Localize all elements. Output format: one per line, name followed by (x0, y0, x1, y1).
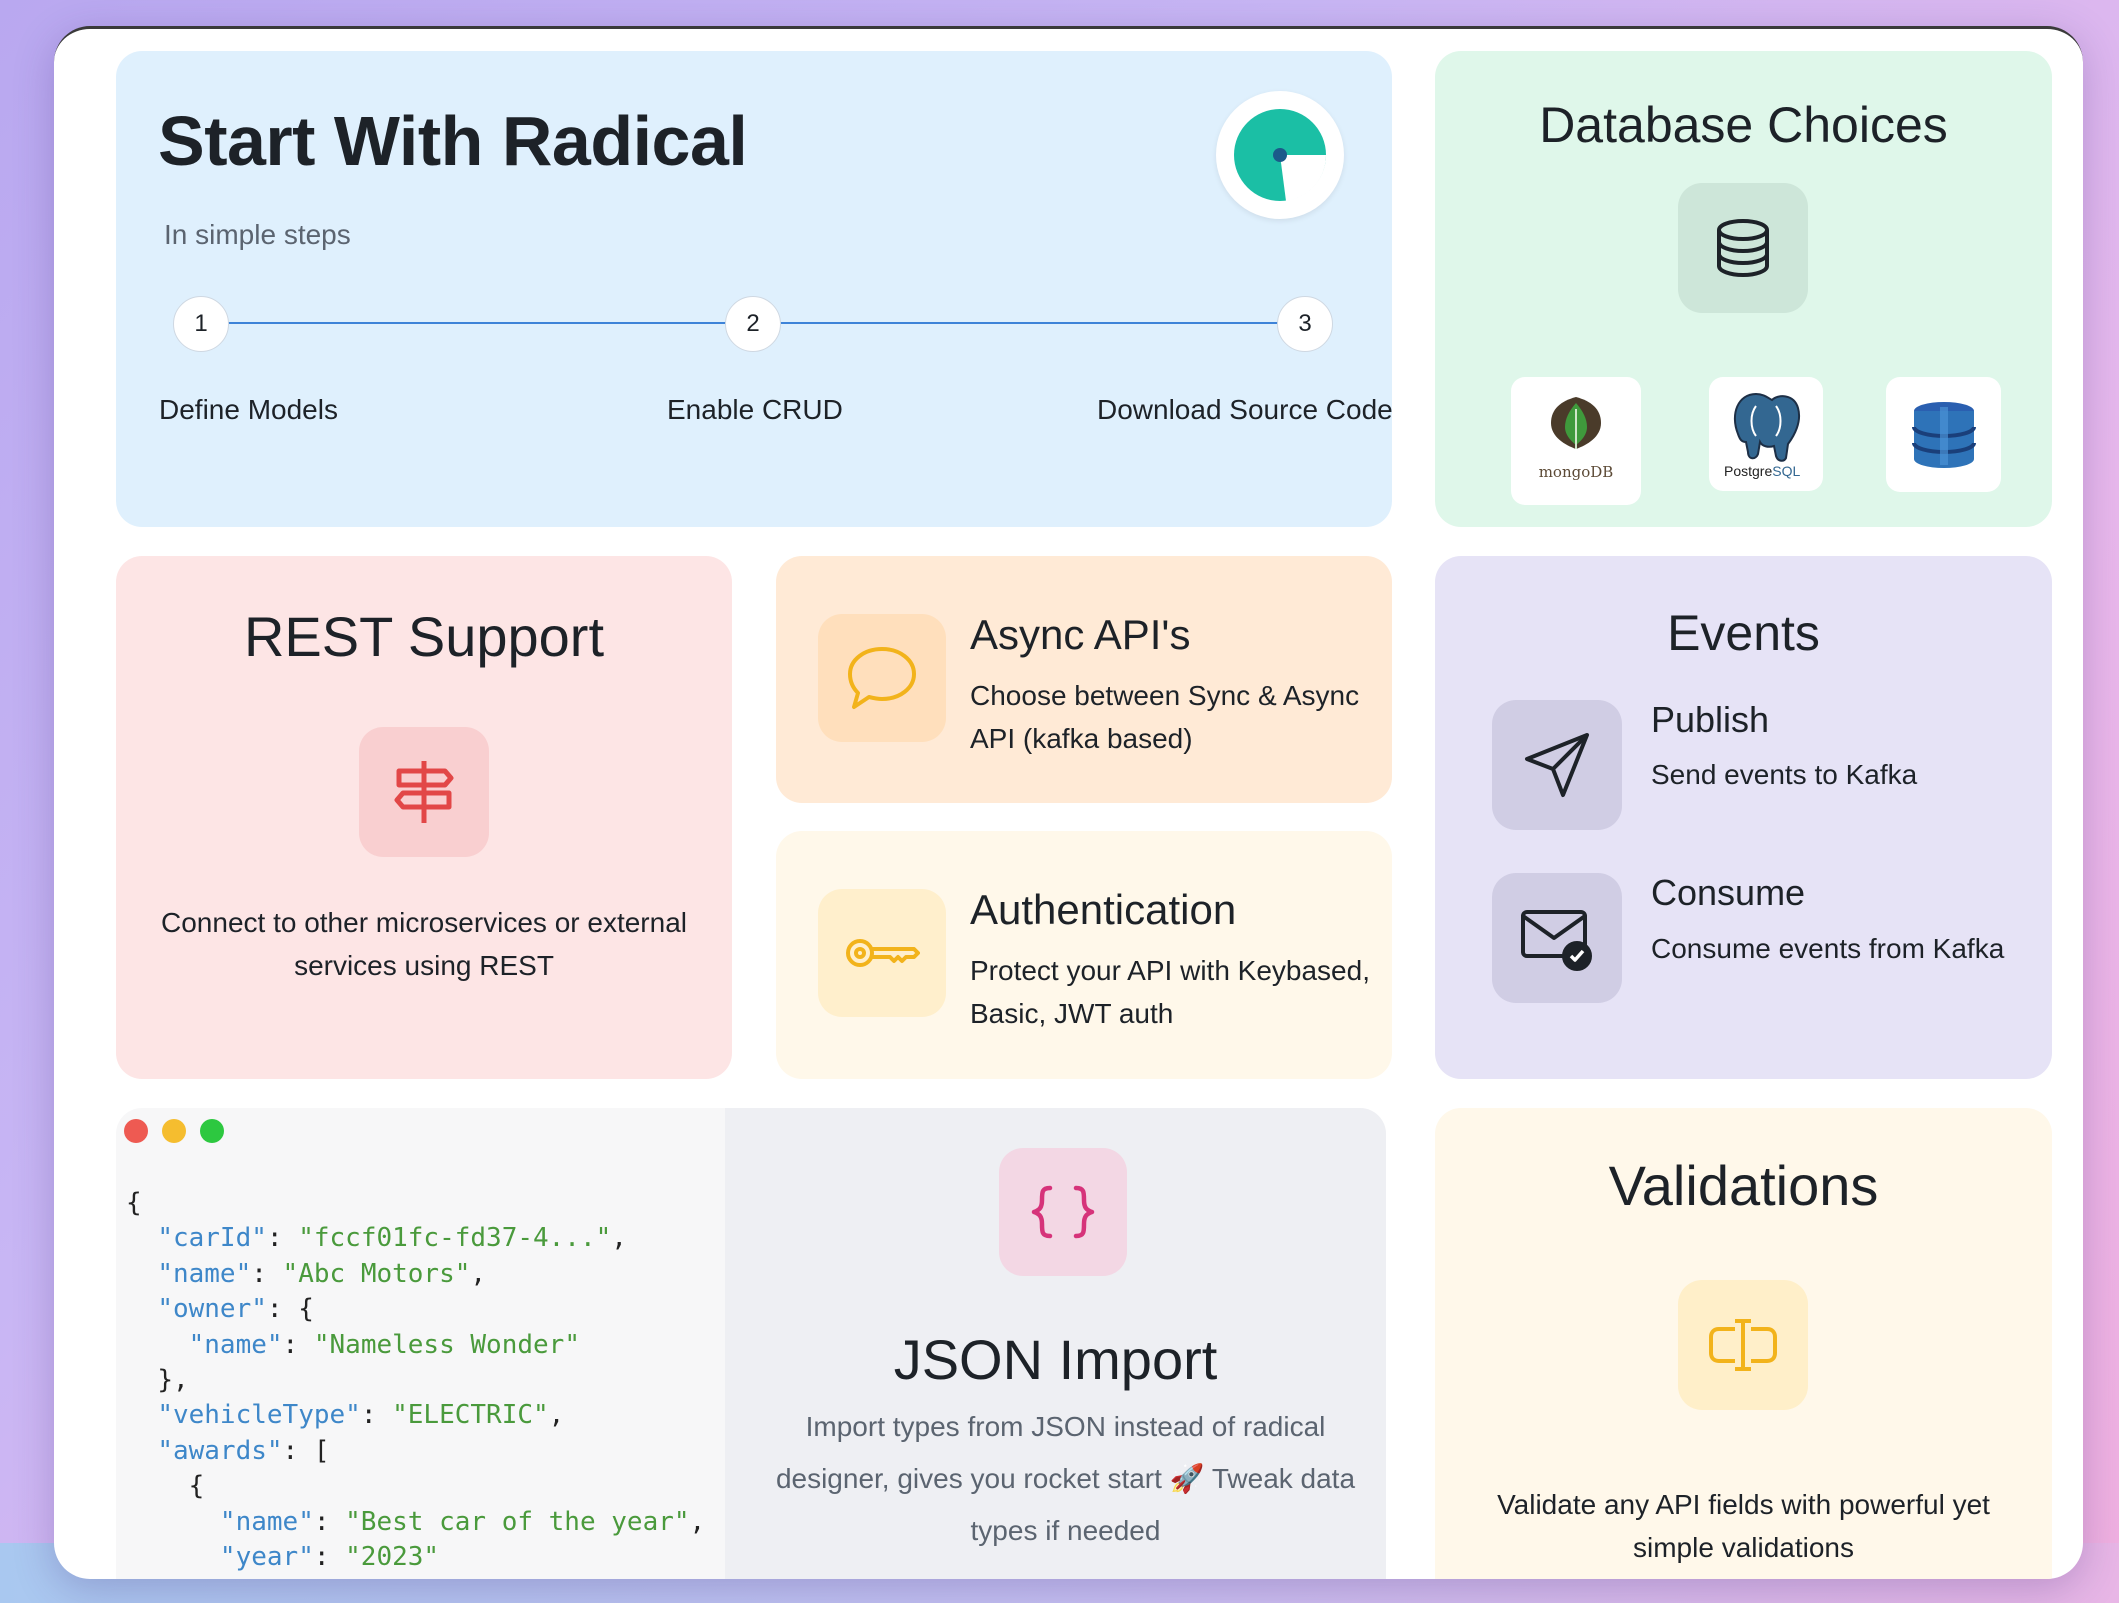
chat-bubble-icon (818, 614, 946, 742)
event-publish-title: Publish (1651, 699, 1770, 740)
window-maximize-button[interactable] (200, 1119, 224, 1143)
radical-logo-icon (1216, 91, 1344, 219)
code-value: "Nameless Wonder" (313, 1329, 580, 1360)
validations-card: Validations Validate any API fields with… (1435, 1108, 2052, 1579)
start-subtitle: In simple steps (164, 219, 351, 250)
event-publish-description: Send events to Kafka (1651, 759, 1918, 790)
code-punctuation: { (188, 1471, 205, 1502)
rest-title: REST Support (243, 605, 605, 668)
code-line: { (126, 1469, 705, 1504)
database-title: Database Choices (1539, 97, 1948, 153)
json-import-title: JSON Import (893, 1328, 1218, 1391)
code-punctuation: , (548, 1400, 565, 1431)
json-code-sample: { "carId": "fccf01fc-fd37-4...", "name":… (126, 1186, 705, 1575)
code-key: "carId" (157, 1223, 267, 1254)
code-key: "year" (219, 1542, 314, 1573)
json-import-panel: JSON Import Import types from JSON inste… (725, 1108, 1386, 1579)
code-line: "vehicleType": "ELECTRIC", (157, 1400, 565, 1431)
code-punctuation: , (611, 1223, 627, 1254)
code-value: "2023" (345, 1542, 440, 1573)
step-2-badge: 2 (725, 296, 781, 352)
async-title: Async API's (970, 611, 1191, 658)
code-key: "vehicleType" (157, 1400, 361, 1431)
postgres-text-a: Postgre (1724, 463, 1772, 479)
code-line: "name": "Best car of the year", (219, 1506, 706, 1537)
database-card: Database Choices mongoDB PostgreSQL (1435, 51, 2052, 527)
code-punctuation: }, (157, 1365, 189, 1396)
code-line: "carId": "fccf01fc-fd37-4...", (157, 1223, 627, 1254)
event-consume-description: Consume events from Kafka (1651, 933, 2005, 964)
auth-card: Authentication Protect your API with Key… (776, 831, 1392, 1079)
validations-title: Validations (1608, 1154, 1879, 1217)
database-icon (1678, 183, 1808, 313)
step-2-label: Enable CRUD (667, 394, 843, 425)
key-icon (818, 889, 946, 1017)
rocket-emoji: 🚀 (1169, 1463, 1205, 1494)
json-import-description: Import types from JSON instead of radica… (775, 1401, 1356, 1557)
signpost-icon (359, 727, 489, 857)
code-punctuation: { (298, 1294, 314, 1325)
postgres-text-b: SQL (1772, 463, 1800, 479)
code-line: "awards": [ (157, 1435, 330, 1466)
code-line: "name": "Abc Motors", (157, 1258, 487, 1289)
rest-card: REST Support Connect to other microservi… (116, 556, 732, 1079)
code-line: "year": "2023" (219, 1542, 440, 1573)
text-cursor-icon (1678, 1280, 1808, 1410)
auth-title: Authentication (970, 886, 1237, 933)
step-3-badge: 3 (1277, 296, 1333, 352)
mongodb-logo: mongoDB (1511, 377, 1641, 505)
app-window: Start With Radical In simple steps 1 2 3… (54, 26, 2083, 1579)
code-punctuation: , (689, 1506, 706, 1537)
svg-text:PostgreSQL: PostgreSQL (1724, 463, 1800, 479)
validations-description: Validate any API fields with powerful ye… (1497, 1489, 1990, 1563)
step-1-label: Define Models (159, 394, 338, 425)
code-key: "name" (219, 1506, 314, 1537)
async-card: Async API's Choose between Sync & Async … (776, 556, 1392, 803)
code-line: { (126, 1186, 705, 1221)
code-key: "name" (188, 1329, 283, 1360)
rest-description: Connect to other microservices or extern… (161, 907, 687, 981)
code-punctuation: [ (313, 1435, 330, 1466)
events-title: Events (1667, 605, 1820, 661)
code-key: "awards" (157, 1435, 283, 1466)
braces-icon (999, 1148, 1127, 1276)
code-punctuation: { (126, 1188, 142, 1218)
step-3-label: Download Source Code (1097, 394, 1392, 425)
code-line: }, (126, 1363, 705, 1398)
mail-check-icon (1492, 873, 1622, 1003)
start-title: Start With Radical (158, 102, 748, 180)
async-description: Choose between Sync & Async API (kafka b… (970, 680, 1360, 754)
auth-description: Protect your API with Keybased, Basic, J… (970, 955, 1370, 1029)
start-card: Start With Radical In simple steps 1 2 3… (116, 51, 1392, 527)
postgresql-logo: PostgreSQL (1709, 377, 1823, 491)
code-punctuation: , (470, 1258, 487, 1289)
code-value: "Abc Motors" (282, 1258, 471, 1289)
dynamodb-logo (1886, 377, 2001, 492)
window-close-button[interactable] (124, 1119, 148, 1143)
window-minimize-button[interactable] (162, 1119, 186, 1143)
code-value: "Best car of the year" (345, 1506, 690, 1537)
mongodb-logo-text: mongoDB (1539, 463, 1614, 481)
step-1-badge: 1 (173, 296, 229, 352)
code-value: "ELECTRIC" (392, 1400, 549, 1431)
code-line: "owner": { (157, 1294, 314, 1325)
code-key: "owner" (157, 1294, 267, 1325)
window-controls (124, 1119, 224, 1143)
events-card: Events Publish Send events to Kafka Cons… (1435, 556, 2052, 1079)
code-line: "name": "Nameless Wonder" (188, 1329, 580, 1360)
code-key: "name" (157, 1258, 252, 1289)
send-icon (1492, 700, 1622, 830)
code-value: "fccf01fc-fd37-4..." (298, 1223, 612, 1254)
json-import-card: { "carId": "fccf01fc-fd37-4...", "name":… (116, 1108, 1386, 1579)
event-consume-title: Consume (1651, 872, 1806, 913)
